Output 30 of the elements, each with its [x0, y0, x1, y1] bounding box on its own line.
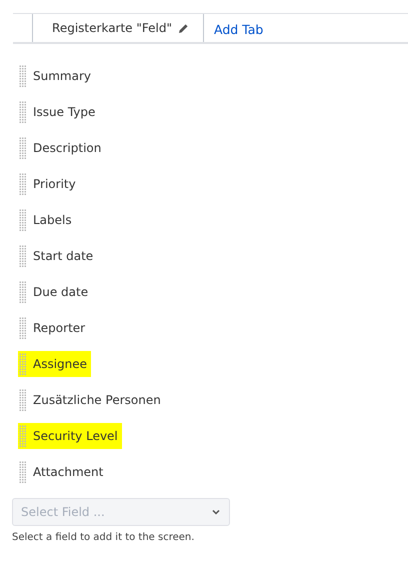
pencil-icon[interactable] [178, 22, 189, 34]
drag-handle-icon[interactable] [19, 137, 26, 159]
drag-handle-icon[interactable] [19, 209, 26, 231]
drag-handle-icon[interactable] [19, 353, 26, 375]
chevron-down-icon [212, 509, 220, 515]
drag-handle-icon[interactable] [19, 173, 26, 195]
tab[interactable]: Registerkarte "Feld" [32, 14, 204, 42]
field-label: Attachment [33, 465, 104, 479]
drag-handle-icon[interactable] [19, 425, 26, 447]
drag-handle-icon[interactable] [19, 461, 26, 483]
drag-handle-icon[interactable] [19, 317, 26, 339]
drag-handle-icon[interactable] [19, 101, 26, 123]
field-label: Zusätzliche Personen [33, 393, 161, 407]
select-field[interactable]: Select Field ... [12, 498, 230, 526]
field-label: Reporter [33, 321, 86, 335]
drag-handle-icon[interactable] [19, 65, 26, 87]
drag-handle-icon[interactable] [19, 389, 26, 411]
field-label: Security Level [33, 429, 118, 443]
field-label: Start date [33, 249, 94, 263]
field-label: Assignee [33, 357, 88, 371]
field-label: Summary [33, 69, 91, 83]
add-tab-link[interactable]: Add Tab [204, 14, 274, 42]
field-label: Description [33, 141, 102, 155]
field-label: Issue Type [33, 105, 96, 119]
drag-handle-icon[interactable] [19, 245, 26, 267]
field-hint: Select a field to add it to the screen. [12, 532, 196, 543]
field-label: Due date [33, 285, 88, 299]
field-label: Priority [33, 177, 76, 191]
drag-handle-icon[interactable] [19, 281, 26, 303]
field-label: Labels [33, 213, 72, 227]
